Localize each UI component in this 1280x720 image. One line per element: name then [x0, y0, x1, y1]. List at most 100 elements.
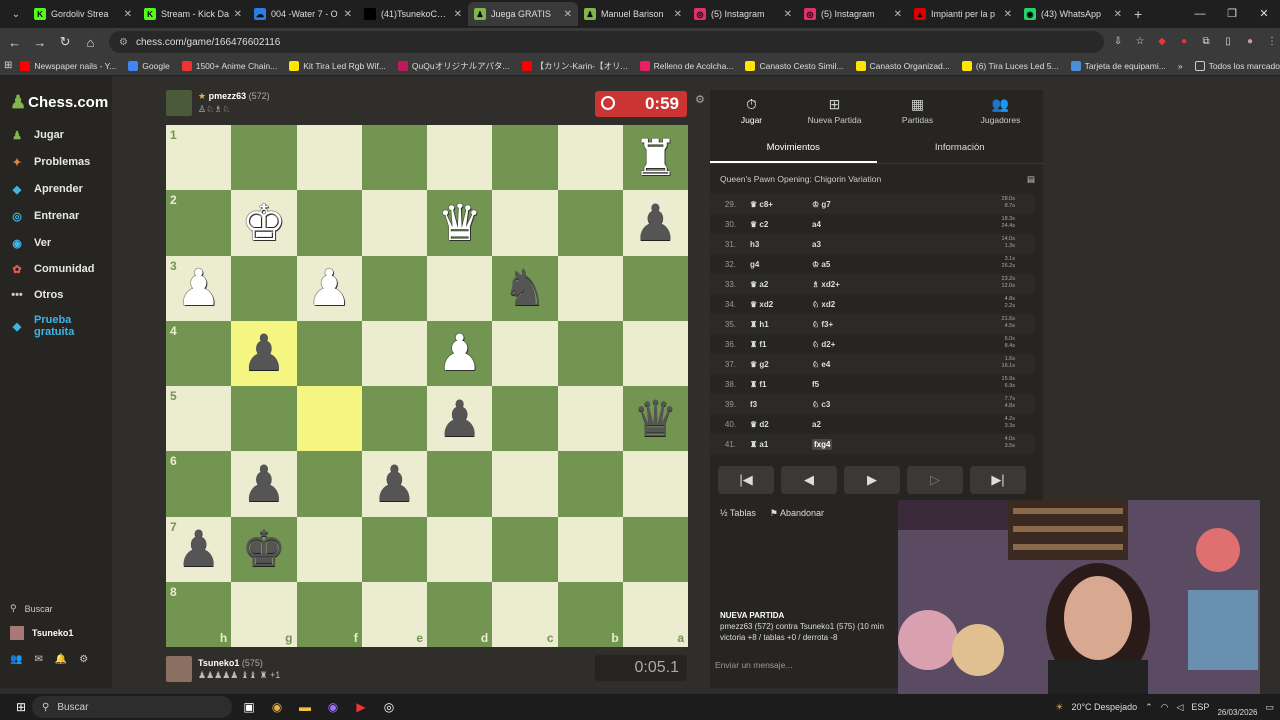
board-square[interactable]: [492, 451, 558, 517]
resign-button[interactable]: ⚑ Abandonar: [770, 508, 824, 519]
black-move[interactable]: f5: [812, 380, 962, 389]
board-square[interactable]: [492, 320, 558, 386]
sidebar-item-problemas[interactable]: ✦ Problemas: [10, 155, 90, 169]
white-move[interactable]: ♛ c8+: [750, 200, 812, 209]
tab-close-icon[interactable]: ✕: [1114, 9, 1122, 20]
white-move[interactable]: ♜ f1: [750, 380, 812, 389]
bookmark-item[interactable]: Newspaper nails - Y...: [20, 60, 116, 72]
chesscom-logo[interactable]: ♟ Chess.com: [10, 92, 108, 113]
browser-tab[interactable]: ▲ Impianti per la p ✕: [908, 2, 1018, 26]
network-icon[interactable]: ◠: [1161, 702, 1169, 713]
board-square[interactable]: [361, 190, 427, 256]
board-square[interactable]: 2: [166, 190, 232, 256]
sidebar-item-comunidad[interactable]: ✿ Comunidad: [10, 262, 94, 276]
browser-tab[interactable]: ☁ 004 -Water 7 - O ✕: [248, 2, 358, 26]
board-square[interactable]: [296, 451, 362, 517]
sidebar-item-prueba-gratuita[interactable]: ◆ Prueba gratuita: [10, 314, 84, 338]
black-move[interactable]: ♘ f3+: [812, 320, 962, 329]
board-square[interactable]: [361, 386, 427, 452]
board-square[interactable]: ♞: [492, 255, 558, 321]
chat-input[interactable]: Enviar un mensaje...: [715, 660, 792, 670]
sidebar-item-entrenar[interactable]: ◎ Entrenar: [10, 209, 79, 223]
notifications-icon[interactable]: 🔔: [55, 654, 67, 665]
sidepanel-icon[interactable]: ▯: [1220, 34, 1236, 50]
board-square[interactable]: [361, 320, 427, 386]
tray-chevron-icon[interactable]: ⌃: [1145, 702, 1153, 713]
black-queen-icon[interactable]: ♛: [633, 394, 678, 444]
board-square[interactable]: [557, 190, 623, 256]
tab-close-icon[interactable]: ✕: [344, 9, 352, 20]
white-pawn-icon[interactable]: ♟: [437, 328, 482, 378]
board-square[interactable]: [427, 516, 493, 582]
bottom-player-avatar[interactable]: [166, 656, 192, 682]
last-move-button[interactable]: ▶|: [970, 466, 1026, 494]
reload-icon[interactable]: ↻: [55, 34, 76, 50]
board-square[interactable]: [296, 516, 362, 582]
chess-board[interactable]: 1 ♜ 2 ♚ ♛ ♟ 3 ♟ ♟ ♞ 4 ♟ ♟ 5 ♟ ♛ 6 ♟ ♟ 7 ♟ ♚ 8 h g f e d c b a: [166, 125, 688, 647]
forward-icon[interactable]: →: [29, 35, 50, 50]
board-square[interactable]: 1: [166, 125, 232, 191]
start-icon[interactable]: ⊞: [10, 696, 32, 718]
extension-icon-2[interactable]: ●: [1176, 34, 1192, 50]
browser-tab[interactable]: K Stream - Kick Da ✕: [138, 2, 248, 26]
minimize-icon[interactable]: —: [1184, 0, 1216, 28]
board-square[interactable]: ♟: [231, 320, 297, 386]
bookmark-item[interactable]: 【カリン-Karin-【オリ...: [521, 60, 628, 72]
sidebar-search[interactable]: ⚲ Buscar: [10, 603, 88, 614]
more-bookmarks-icon[interactable]: »: [1178, 61, 1183, 71]
friends-icon[interactable]: 👥: [10, 654, 22, 665]
sidebar-item-otros[interactable]: ••• Otros: [10, 288, 63, 302]
browser-tab[interactable]: ◎ (5) Instagram ✕: [688, 2, 798, 26]
copy-icon[interactable]: ▤: [1027, 174, 1035, 185]
tab-informacion[interactable]: Información: [877, 134, 1044, 163]
white-move[interactable]: ♜ f1: [750, 340, 812, 349]
tab-close-icon[interactable]: ✕: [784, 9, 792, 20]
sidebar-item-aprender[interactable]: ◆ Aprender: [10, 182, 83, 196]
white-move[interactable]: f3: [750, 400, 812, 409]
black-pawn-icon[interactable]: ♟: [176, 524, 221, 574]
board-square[interactable]: [231, 125, 297, 191]
board-square[interactable]: [361, 255, 427, 321]
board-square[interactable]: 6: [166, 451, 232, 517]
panel-tab-jugadores[interactable]: 👥 Jugadores: [959, 96, 1042, 125]
sidebar-item-ver[interactable]: ◉ Ver: [10, 236, 51, 250]
black-king-icon[interactable]: ♚: [241, 524, 286, 574]
all-bookmarks[interactable]: Todos los marcadores: [1194, 60, 1280, 71]
apps-icon[interactable]: ⊞: [4, 60, 12, 71]
taskbar-search[interactable]: ⚲ Buscar: [32, 696, 232, 718]
board-square[interactable]: [296, 190, 362, 256]
language-indicator[interactable]: ESP: [1191, 702, 1209, 712]
black-move[interactable]: ♘ c3: [812, 400, 962, 409]
board-square[interactable]: ♟: [622, 190, 688, 256]
draw-button[interactable]: ½ Tablas: [720, 508, 756, 519]
board-square[interactable]: ♟: [296, 255, 362, 321]
extensions-icon[interactable]: ⧉: [1198, 34, 1214, 50]
board-square[interactable]: [427, 451, 493, 517]
bookmark-item[interactable]: 1500+ Anime Chain...: [181, 60, 277, 72]
restore-icon[interactable]: ❐: [1216, 0, 1248, 28]
new-tab-button[interactable]: +: [1134, 6, 1142, 22]
board-square[interactable]: [557, 451, 623, 517]
board-square[interactable]: d: [427, 581, 493, 647]
panel-tab-partidas[interactable]: ▦ Partidas: [876, 96, 959, 125]
notification-icon[interactable]: ▭: [1265, 702, 1274, 713]
next-move-button[interactable]: ▶: [844, 466, 900, 494]
url-field[interactable]: ⚙ chess.com/game/166476602116: [109, 31, 1105, 53]
board-square[interactable]: [492, 516, 558, 582]
top-player-name[interactable]: pmezz63: [209, 91, 247, 101]
sidebar-user[interactable]: Tsuneko1: [10, 626, 88, 640]
board-square[interactable]: f: [296, 581, 362, 647]
black-move[interactable]: fxg4: [812, 438, 833, 450]
board-square[interactable]: [231, 386, 297, 452]
white-move[interactable]: ♜ a1: [750, 440, 812, 449]
site-info-icon[interactable]: ⚙: [119, 37, 128, 48]
board-square[interactable]: [622, 255, 688, 321]
board-square[interactable]: [557, 125, 623, 191]
white-move[interactable]: ♛ xd2: [750, 300, 812, 309]
tab-close-icon[interactable]: ✕: [894, 9, 902, 20]
settings-icon[interactable]: ⚙: [79, 654, 88, 665]
app-icon-3[interactable]: ◎: [378, 696, 400, 718]
white-pawn-icon[interactable]: ♟: [176, 263, 221, 313]
white-move[interactable]: ♛ a2: [750, 280, 812, 289]
browser-tab[interactable]: ♪ (41)TsunekoChan ✕: [358, 2, 468, 26]
